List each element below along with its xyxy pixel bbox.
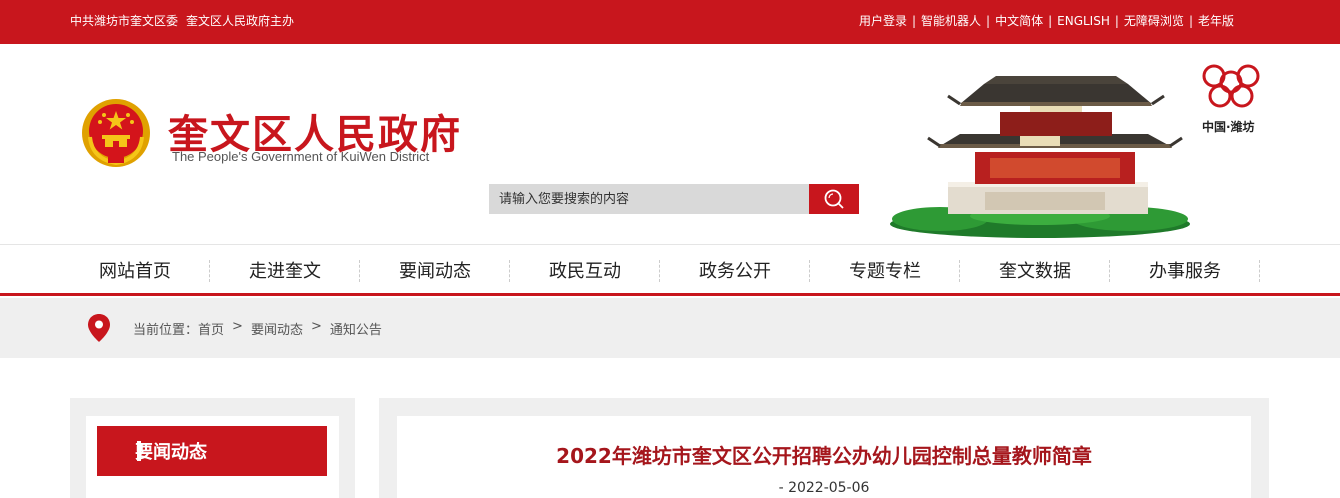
sidebar-title-tab[interactable]: 要闻动态 — [97, 426, 327, 476]
main-nav: 网站首页 走进奎文 要闻动态 政民互动 政务公开 专题专栏 奎文数据 办事服务 — [0, 244, 1340, 296]
sidebar-title-marker — [137, 441, 141, 461]
sponsor-party: 中共潍坊市奎文区委 — [70, 14, 179, 28]
breadcrumb-notices[interactable]: 通知公告 — [330, 319, 382, 338]
nav-item-home[interactable]: 网站首页 — [60, 245, 210, 294]
site-subtitle: The People's Government of KuiWen Distri… — [172, 149, 430, 164]
nav-item-kuiwen-data[interactable]: 奎文数据 — [960, 245, 1110, 294]
article-date: - 2022-05-06 — [778, 480, 870, 496]
accessibility-link[interactable]: 无障碍浏览 — [1124, 12, 1184, 29]
weifang-logo-label: 中国·潍坊 — [1202, 120, 1255, 134]
breadcrumb-prefix: 当前位置： — [133, 323, 199, 338]
separator: | — [1114, 13, 1119, 28]
breadcrumb-separator: > — [232, 319, 243, 334]
search-button[interactable] — [809, 184, 859, 214]
separator: | — [1188, 13, 1193, 28]
search-input[interactable] — [489, 184, 809, 214]
nav-item-news[interactable]: 要闻动态 — [360, 245, 510, 294]
separator: | — [1048, 13, 1053, 28]
breadcrumb-separator: > — [310, 319, 322, 334]
nav-item-special-topics[interactable]: 专题专栏 — [810, 245, 960, 294]
breadcrumb-home[interactable]: 首页 — [198, 319, 224, 338]
article-title: 2022年潍坊市奎文区公开招聘公办幼儿园控制总量教师简章 — [556, 444, 1092, 468]
breadcrumb-trail: 当前位置： 首页 > 要闻动态 > 通知公告 — [133, 319, 382, 338]
separator: | — [911, 13, 917, 28]
login-link[interactable]: 用户登录 — [859, 12, 907, 29]
english-link[interactable]: ENGLISH — [1057, 14, 1110, 28]
separator: | — [986, 13, 991, 28]
kuiwen-pavilion-image — [890, 76, 1190, 238]
weifang-logo-icon — [1202, 64, 1260, 108]
elderly-version-link[interactable]: 老年版 — [1198, 12, 1234, 29]
location-pin-icon — [88, 314, 110, 342]
nav-item-gov-affairs[interactable]: 政务公开 — [660, 245, 810, 294]
breadcrumb: 当前位置： 首页 > 要闻动态 > 通知公告 — [0, 298, 1340, 358]
breadcrumb-news[interactable]: 要闻动态 — [251, 319, 303, 338]
search-icon — [824, 189, 844, 209]
simplified-chinese-link[interactable]: 中文简体 — [995, 12, 1043, 29]
nav-item-interaction[interactable]: 政民互动 — [510, 245, 660, 294]
top-bar: 中共潍坊市奎文区委 奎文区人民政府主办 用户登录 | 智能机器人 | 中文简体 … — [0, 0, 1340, 44]
nav-item-services[interactable]: 办事服务 — [1110, 245, 1260, 294]
top-links: 用户登录 | 智能机器人 | 中文简体 | ENGLISH | 无障碍浏览 | … — [859, 12, 1234, 29]
robot-link[interactable]: 智能机器人 — [921, 12, 981, 29]
national-emblem-icon — [82, 99, 150, 167]
site-header: 奎文区人民政府 The People's Government of KuiWe… — [0, 44, 1340, 244]
sidebar-title-label: 要闻动态 — [135, 442, 207, 463]
sponsor-info: 中共潍坊市奎文区委 奎文区人民政府主办 — [70, 12, 294, 29]
sponsor-government: 奎文区人民政府主办 — [186, 14, 295, 28]
nav-item-about-kuiwen[interactable]: 走进奎文 — [210, 245, 360, 294]
